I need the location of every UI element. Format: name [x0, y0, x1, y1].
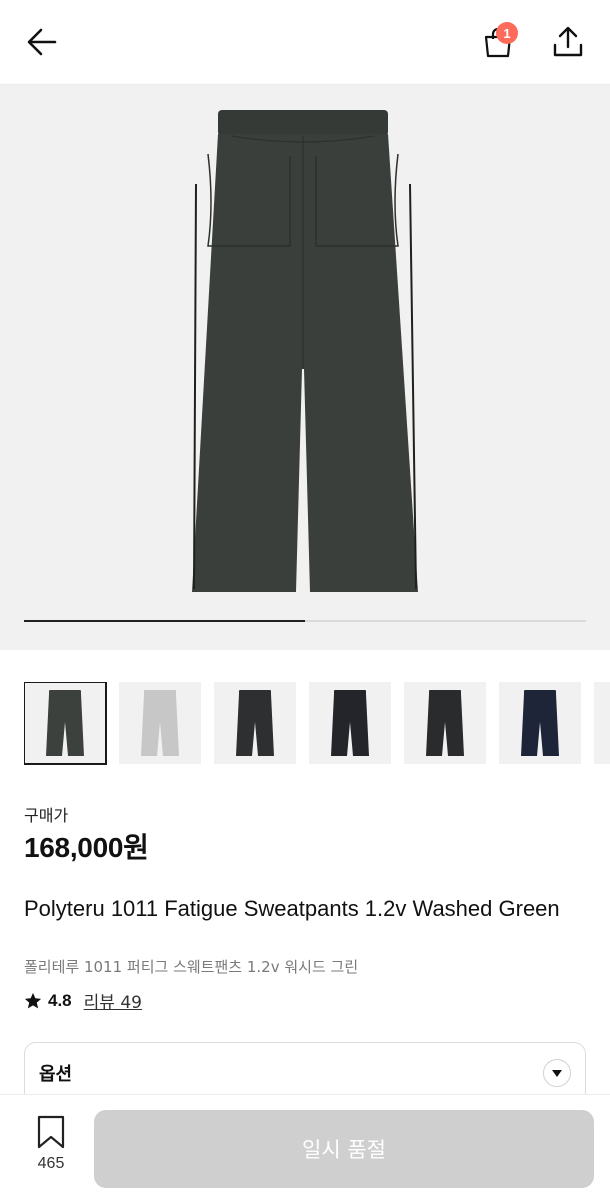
- thumbnail-image: [426, 690, 464, 756]
- arrow-left-icon: [27, 28, 57, 56]
- bottom-action-bar: 465 일시 품절: [0, 1094, 610, 1200]
- star-icon: [24, 992, 42, 1008]
- product-title: Polyteru 1011 Fatigue Sweatpants 1.2v Wa…: [24, 896, 560, 921]
- thumbnail-image: [521, 690, 559, 756]
- cart-button[interactable]: 1: [476, 20, 520, 64]
- cart-count-badge: 1: [496, 22, 518, 44]
- price: 168,000원: [24, 832, 149, 863]
- thumbnail-6[interactable]: [499, 682, 581, 764]
- thumbnail-5[interactable]: [404, 682, 486, 764]
- product-title-korean: 폴리테루 1011 퍼티그 스웨트팬츠 1.2v 워시드 그린: [24, 958, 359, 976]
- share-button[interactable]: [546, 20, 590, 64]
- top-app-bar: 1: [0, 0, 610, 84]
- thumbnail-1[interactable]: [24, 682, 107, 765]
- share-upload-icon: [553, 26, 583, 57]
- review-link[interactable]: 리뷰 49: [84, 988, 142, 1013]
- carousel-progress: [24, 620, 586, 622]
- product-detail-page: 1 구매가 168,000원 Polyteru 1011 Fatigue Swe…: [0, 0, 610, 1200]
- thumbnail-image: [46, 690, 84, 756]
- wishlist-button[interactable]: 465: [24, 1115, 78, 1185]
- thumbnail-image: [236, 690, 274, 756]
- carousel-progress-fill: [24, 620, 305, 622]
- thumbnail-image: [141, 690, 179, 756]
- product-image-carousel[interactable]: [0, 84, 610, 650]
- price-label: 구매가: [24, 806, 69, 825]
- thumbnail-7[interactable]: [594, 682, 610, 764]
- rating-row: 4.8 리뷰 49: [24, 988, 142, 1013]
- wishlist-count: 465: [37, 1155, 65, 1172]
- thumbnail-2[interactable]: [119, 682, 201, 764]
- thumbnail-3[interactable]: [214, 682, 296, 764]
- thumbnail-strip: [24, 682, 610, 766]
- chevron-down-icon: [543, 1059, 571, 1087]
- bookmark-icon: [37, 1115, 65, 1149]
- option-label: 옵션: [39, 1064, 73, 1085]
- thumbnail-image: [331, 690, 369, 756]
- rating-value: 4.8: [48, 990, 72, 1010]
- back-button[interactable]: [20, 20, 64, 64]
- soldout-button[interactable]: 일시 품절: [94, 1110, 594, 1188]
- product-main-image: [192, 110, 418, 592]
- thumbnail-4[interactable]: [309, 682, 391, 764]
